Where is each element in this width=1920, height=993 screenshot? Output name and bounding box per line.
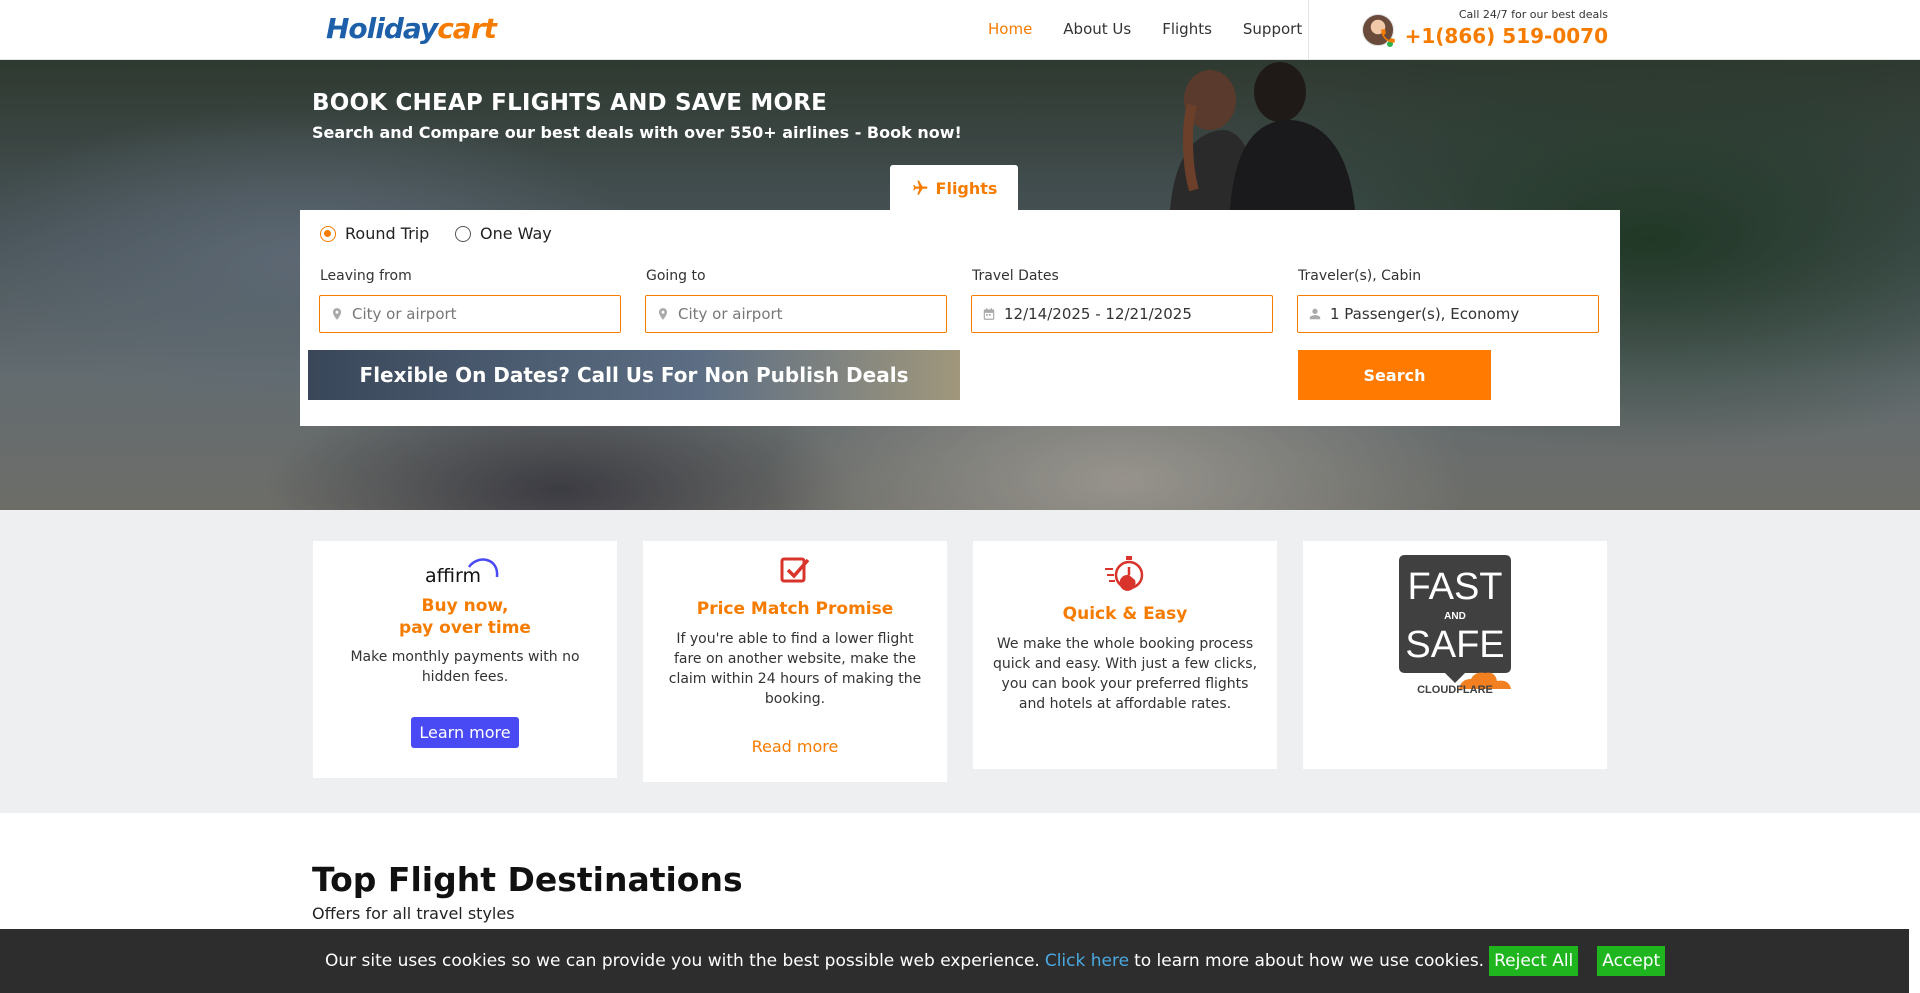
logo-part-1: Holiday <box>326 12 438 45</box>
airplane-icon <box>912 180 928 195</box>
accept-button[interactable]: Accept <box>1597 946 1666 976</box>
affirm-logo: affirm <box>425 558 499 587</box>
destinations-title: Top Flight Destinations <box>312 860 743 899</box>
stopwatch-icon <box>1105 556 1144 591</box>
travel-dates-field[interactable] <box>971 295 1273 333</box>
travel-dates-input[interactable] <box>1004 305 1254 323</box>
checkbox-icon <box>780 557 810 583</box>
features-section: affirm Buy now, pay over time Make month… <box>0 510 1920 813</box>
badge-and: AND <box>1444 611 1466 622</box>
map-pin-icon <box>332 308 342 320</box>
affirm-card: affirm Buy now, pay over time Make month… <box>313 541 617 778</box>
call-caption: Call 24/7 for our best deals <box>1458 8 1608 21</box>
phone-link[interactable]: +1(866) 519-0070 <box>1379 24 1608 48</box>
cookie-consent-bar: Our site uses cookies so we can provide … <box>0 929 1909 993</box>
cookie-text-after: to learn more about how we use cookies. <box>1134 951 1485 971</box>
cookie-text: Our site uses cookies so we can provide … <box>325 951 1040 971</box>
badge-cloudflare: CLOUDFLARE <box>1417 684 1493 695</box>
destinations-subtitle: Offers for all travel styles <box>312 904 515 923</box>
quick-easy-card: Quick & Easy We make the whole booking p… <box>973 541 1277 769</box>
tab-flights[interactable]: Flights <box>890 165 1018 211</box>
fast-safe-card: FAST AND SAFE CLOUDFLARE <box>1303 541 1607 769</box>
round-trip-radio[interactable] <box>320 225 336 242</box>
flight-search-form: Round Trip One Way Leaving from Going to… <box>300 210 1620 426</box>
price-match-card: Price Match Promise If you're able to fi… <box>643 541 947 782</box>
leaving-from-field[interactable] <box>319 295 621 333</box>
going-to-input[interactable] <box>678 305 928 323</box>
header-divider <box>1308 0 1309 60</box>
round-trip-label: Round Trip <box>345 224 430 243</box>
phone-number: +1(866) 519-0070 <box>1404 24 1608 48</box>
site-header: Holidaycart Home About Us Flights Suppor… <box>0 0 1920 60</box>
nav-about-us[interactable]: About Us <box>1063 20 1131 38</box>
quick-easy-title: Quick & Easy <box>1062 604 1188 624</box>
badge-fast: FAST <box>1407 566 1502 608</box>
quick-easy-text: We make the whole booking process quick … <box>992 636 1258 712</box>
main-nav: Home About Us Flights Support <box>988 20 1302 38</box>
nav-support[interactable]: Support <box>1243 20 1302 38</box>
affirm-title-line-1: Buy now, <box>421 596 509 616</box>
price-match-title: Price Match Promise <box>696 599 894 619</box>
cloudflare-fast-safe-badge: FAST AND SAFE CLOUDFLARE <box>1399 555 1511 696</box>
person-icon <box>1309 308 1321 320</box>
leaving-from-input[interactable] <box>352 305 602 323</box>
travelers-cabin-label: Traveler(s), Cabin <box>1298 268 1422 284</box>
flexible-dates-banner[interactable]: Flexible On Dates? Call Us For Non Publi… <box>308 350 960 400</box>
search-button[interactable]: Search <box>1298 350 1491 400</box>
round-trip-option[interactable]: Round Trip <box>320 224 429 243</box>
nav-home[interactable]: Home <box>988 20 1032 38</box>
travelers-cabin-field[interactable] <box>1297 295 1599 333</box>
one-way-label: One Way <box>480 224 552 243</box>
phone-icon <box>1380 29 1395 43</box>
hero-section: BOOK CHEAP FLIGHTS AND SAVE MORE Search … <box>0 60 1920 510</box>
holidaycart-logo[interactable]: Holidaycart <box>326 12 497 45</box>
affirm-logo-text: affirm <box>425 565 481 585</box>
going-to-label: Going to <box>646 268 706 284</box>
badge-safe: SAFE <box>1405 624 1504 666</box>
hero-subtitle: Search and Compare our best deals with o… <box>312 123 962 142</box>
travel-dates-label: Travel Dates <box>972 268 1059 284</box>
logo-part-2: cart <box>437 12 497 45</box>
travelers-cabin-input[interactable] <box>1330 305 1580 323</box>
leaving-from-label: Leaving from <box>320 268 412 284</box>
hero-title: BOOK CHEAP FLIGHTS AND SAVE MORE <box>312 90 828 116</box>
tab-flights-label: Flights <box>935 178 998 198</box>
read-more-link[interactable]: Read more <box>752 737 839 756</box>
reject-all-button[interactable]: Reject All <box>1489 946 1579 976</box>
one-way-radio[interactable] <box>455 225 471 242</box>
cookie-policy-link[interactable]: Click here <box>1045 951 1129 971</box>
one-way-option[interactable]: One Way <box>455 224 552 243</box>
map-pin-icon <box>658 308 668 320</box>
hero-couple-image <box>1170 62 1355 210</box>
price-match-text: If you're able to find a lower flight fa… <box>668 631 922 707</box>
going-to-field[interactable] <box>645 295 947 333</box>
affirm-title-line-2: pay over time <box>399 618 531 638</box>
learn-more-button[interactable]: Learn more <box>411 717 519 748</box>
affirm-text: Make monthly payments with no hidden fee… <box>350 649 580 685</box>
calendar-icon <box>983 308 995 320</box>
nav-flights[interactable]: Flights <box>1162 20 1212 38</box>
